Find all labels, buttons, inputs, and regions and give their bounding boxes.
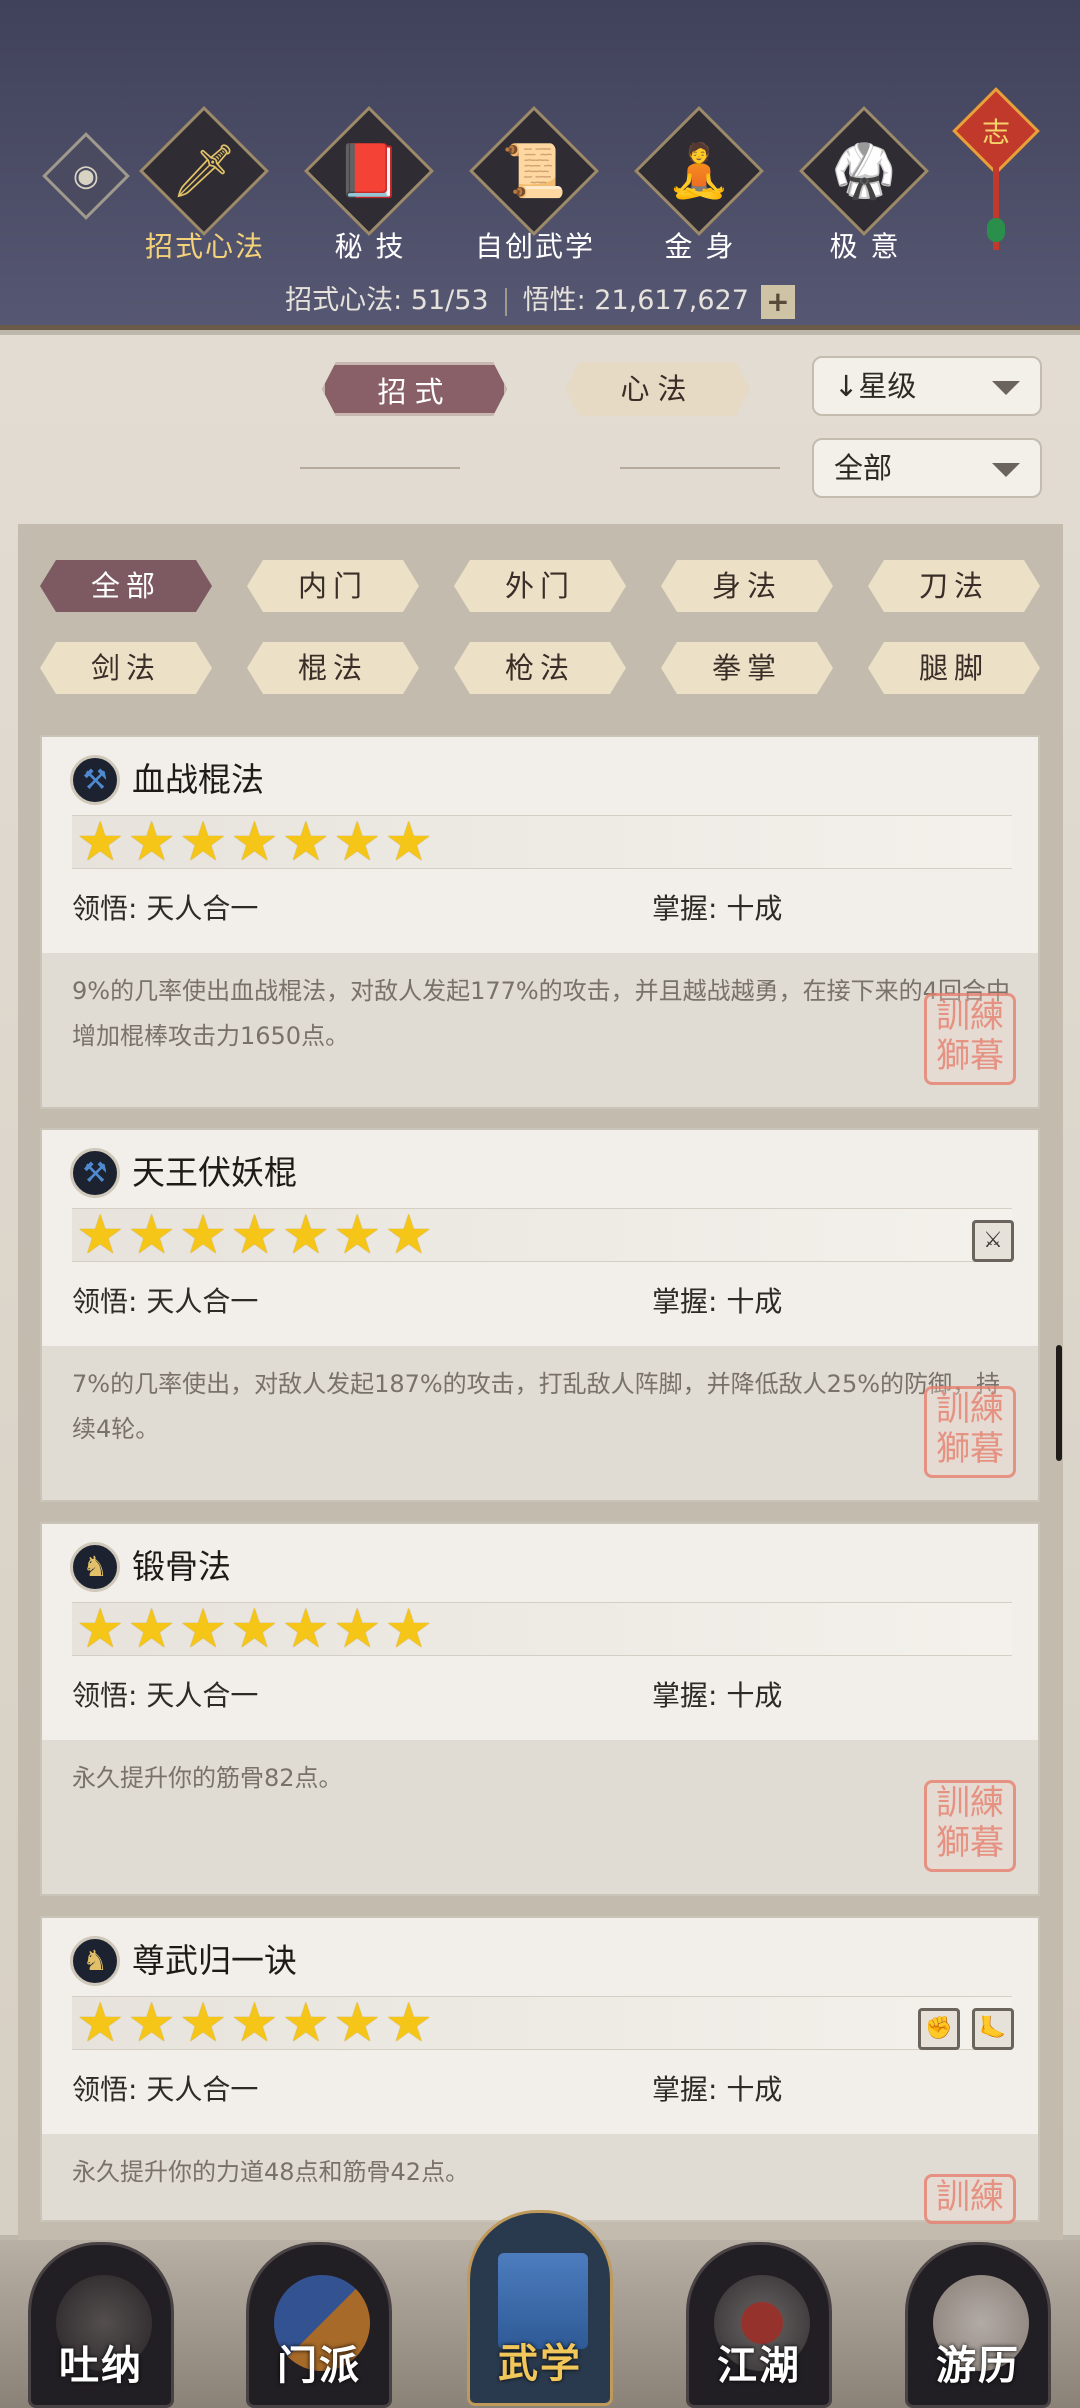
filter-chip-outer[interactable]: 外门 [454,560,626,612]
stars: ★★★★★★★ [76,1991,436,2054]
skill-name: 天王伏妖棍 [132,1153,297,1192]
chevron-down-icon [992,381,1020,395]
stars: ★★★★★★★ [76,810,436,873]
nav-sect[interactable]: 门派 [246,2242,392,2408]
filter-label: 全部 [834,451,893,485]
skill-card[interactable]: ♞ 锻骨法 ★★★★★★★ 领悟: 天人合一 掌握: 十成 永久提升你的筋骨82… [40,1522,1040,1896]
category-custom-martial[interactable]: 📜 自创武学 [450,105,620,263]
category-label: 招式心法 [144,230,265,263]
seal-stamp-icon: 訓練 獅暮 [924,993,1016,1085]
book-icon: 📕 [336,141,402,202]
tab-moves[interactable]: 招式 [322,362,507,416]
category-label: 自创武学 [474,230,595,263]
category-moves-methods[interactable]: 🗡 招式心法 [120,105,290,263]
insight-value: 悟性: 21,617,627 [522,285,749,316]
sort-arrow-icon: ↓ [834,369,859,403]
category-secret-skills[interactable]: 📕 秘 技 [285,105,455,263]
nav-travel[interactable]: 游历 [905,2242,1051,2408]
category-golden-body[interactable]: 🧘 金 身 [615,105,785,263]
sort-label: 星级 [858,369,917,403]
filter-chip-all[interactable]: 全部 [40,560,212,612]
skill-description: 7%的几率使出，对敌人发起187%的攻击，打乱敌人阵脚，并降低敌人25%的防御，… [42,1346,1038,1500]
eye-icon: ◉ [72,158,100,194]
mastery: 掌握: 十成 [652,2073,783,2106]
filter-chip-fist[interactable]: 拳掌 [661,642,833,694]
nav-meditate[interactable]: 吐纳 [28,2242,174,2408]
filter-chip-staff[interactable]: 棍法 [247,642,419,694]
ornament-line [620,467,780,469]
body-skill-icon: ♞ [70,1542,120,1592]
skill-name: 尊武归一诀 [132,1941,297,1980]
divider [504,287,507,316]
stats-bar: 招式心法: 51/53 悟性: 21,617,627 + [0,278,1080,319]
skill-name: 锻骨法 [132,1547,231,1586]
category-label: 极 意 [829,230,901,263]
scrollbar[interactable] [1056,1345,1062,1461]
star-rating: ★★★★★★★ [72,810,1012,873]
filter-dropdown[interactable]: 全部 [812,438,1042,498]
fist-type-icon: ✊ [918,2008,960,2050]
filter-chip-sword[interactable]: 剑法 [40,642,212,694]
seal-stamp-icon: 訓練 獅暮 [924,1780,1016,1872]
body-skill-icon: ♞ [70,1936,120,1986]
add-insight-button[interactable]: + [760,284,795,319]
star-rating: ★★★★★★★ [72,1203,1012,1266]
sword-icon: 🗡 [170,141,238,202]
skill-description: 9%的几率使出血战棍法，对敌人发起177%的攻击，并且越战越勇，在接下来的4回合… [42,953,1038,1107]
stars: ★★★★★★★ [76,1203,436,1266]
comprehension: 领悟: 天人合一 [72,1285,259,1318]
mastery: 掌握: 十成 [652,1285,783,1318]
category-ultimate[interactable]: 🥋 极 意 [780,105,950,263]
comprehension: 领悟: 天人合一 [72,1679,259,1712]
staff-skill-icon: ⚒ [70,755,120,805]
sort-dropdown[interactable]: ↓星级 [812,356,1042,416]
filter-chip-spear[interactable]: 枪法 [454,642,626,694]
moves-count: 招式心法: 51/53 [285,285,489,316]
skill-card[interactable]: ♞ 尊武归一诀 ★★★★★★★ ✊ 🦶 领悟: 天人合一 掌握: 十成 永久提升… [40,1916,1040,2224]
category-label: 秘 技 [334,230,406,263]
martial-stance-icon: 🥋 [831,141,897,202]
skill-description: 永久提升你的筋骨82点。 訓練 獅暮 [42,1740,1038,1894]
chevron-down-icon [992,463,1020,477]
chinese-knot-button[interactable]: 志 [952,87,1040,175]
scroll-icon: 📜 [501,141,567,202]
tab-methods[interactable]: 心法 [565,362,750,416]
nav-jianghu[interactable]: 江湖 [686,2242,832,2408]
comprehension: 领悟: 天人合一 [72,892,259,925]
staff-type-icon: ⚔ [972,1220,1014,1262]
meditation-icon: 🧘 [666,141,732,202]
seal-stamp-icon: 訓練 獅暮 [924,1386,1016,1478]
skill-description: 永久提升你的力道48点和筋骨42点。 訓練 [42,2134,1038,2224]
star-rating: ★★★★★★★ [72,1597,1012,1660]
category-label: 金 身 [664,230,736,263]
skill-name: 血战棍法 [132,760,264,799]
seal-stamp-icon: 訓練 [924,2174,1016,2224]
mastery: 掌握: 十成 [652,1679,783,1712]
filter-chip-movement[interactable]: 身法 [661,560,833,612]
knot-bead [987,218,1005,242]
filter-chip-inner[interactable]: 内门 [247,560,419,612]
kick-type-icon: 🦶 [972,2008,1014,2050]
eye-toggle-button[interactable]: ◉ [42,132,130,220]
filter-chip-leg[interactable]: 腿脚 [868,642,1040,694]
mastery: 掌握: 十成 [652,892,783,925]
nav-martial-arts[interactable]: 武学 [467,2210,613,2406]
skill-card[interactable]: ⚒ 天王伏妖棍 ★★★★★★★ ⚔ 领悟: 天人合一 掌握: 十成 7%的几率使… [40,1128,1040,1502]
star-rating: ★★★★★★★ [72,1991,1012,2054]
top-header: ◉ 🗡 招式心法 📕 秘 技 📜 自创武学 🧘 金 身 🥋 极 意 志 招式心法… [0,0,1080,330]
ornament-line [300,467,460,469]
filter-chip-blade[interactable]: 刀法 [868,560,1040,612]
comprehension: 领悟: 天人合一 [72,2073,259,2106]
stars: ★★★★★★★ [76,1597,436,1660]
staff-skill-icon: ⚒ [70,1148,120,1198]
skill-card[interactable]: ⚒ 血战棍法 ★★★★★★★ 领悟: 天人合一 掌握: 十成 9%的几率使出血战… [40,735,1040,1109]
knot-character: 志 [981,116,1011,149]
